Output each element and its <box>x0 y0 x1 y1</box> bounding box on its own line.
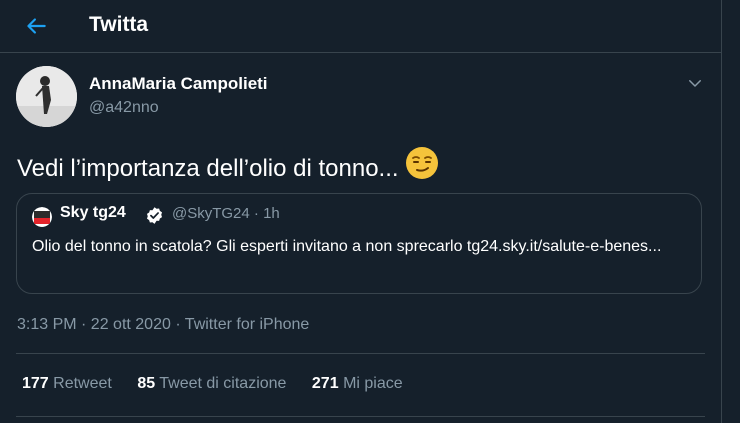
author-name[interactable]: AnnaMaria Campolieti <box>89 74 268 94</box>
tweet-text-content: Vedi l’importanza dell’olio di tonno... <box>17 154 399 182</box>
quotes-label: Tweet di citazione <box>159 375 287 392</box>
quoted-tweet[interactable]: Sky tg24 @SkyTG24 · 1h Olio del tonno in… <box>16 193 702 294</box>
header-bar: Twitta <box>0 0 721 53</box>
arrow-left-icon[interactable] <box>23 13 49 39</box>
sky-tg24-logo <box>32 207 52 227</box>
quotes-count: 85 <box>137 375 156 392</box>
retweets-count: 177 <box>22 375 49 392</box>
divider <box>16 353 705 354</box>
page-title: Twitta <box>89 13 149 36</box>
quoted-handle-time: @SkyTG24 · 1h <box>172 205 280 222</box>
verified-badge-icon <box>145 206 164 225</box>
likes-count: 271 <box>311 375 339 392</box>
avatar[interactable] <box>16 66 77 127</box>
likes-stat[interactable]: 271 Mi piace <box>312 375 403 393</box>
likes-label: Mi piace <box>343 375 403 392</box>
quotes-stat[interactable]: 85 Tweet di citazione <box>137 375 286 393</box>
author-handle[interactable]: @a42nno <box>89 99 159 117</box>
tweet-text: Vedi l’importanza dell’olio di tonno... <box>17 146 439 190</box>
tweet-column: Twitta AnnaMaria Campolieti @a42nno Vedi… <box>0 0 722 423</box>
retweets-stat[interactable]: 177 Retweet <box>22 375 112 393</box>
tweet-timestamp[interactable]: 3:13 PM · 22 ott 2020 · Twitter for iPho… <box>17 316 309 334</box>
smirking-face-emoji <box>405 146 439 187</box>
quoted-author-name: Sky tg24 <box>60 204 126 221</box>
tweet-stats: 177 Retweet 85 Tweet di citazione 271 Mi… <box>22 375 424 393</box>
chevron-down-icon[interactable] <box>686 74 704 92</box>
quoted-text: Olio del tonno in scatola? Gli esperti i… <box>32 238 662 255</box>
retweets-label: Retweet <box>53 375 112 392</box>
divider <box>16 416 705 417</box>
